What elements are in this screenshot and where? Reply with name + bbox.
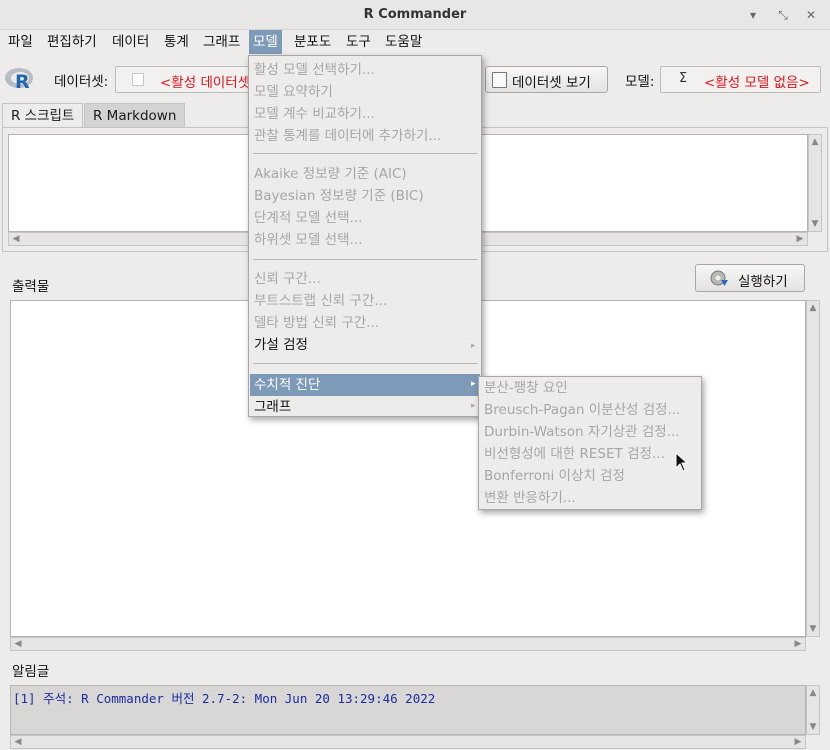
menu-file[interactable]: 파일 (4, 30, 37, 54)
notice-label: 알림글 (12, 664, 50, 680)
output-label: 출력물 (12, 279, 50, 295)
submenu-arrow-icon: ▸ (471, 341, 476, 351)
menu-distributions[interactable]: 분포도 (290, 30, 335, 54)
menu-separator (253, 363, 478, 364)
menu-item-bonferroni-outlier[interactable]: Bonferroni 이상치 검정 (480, 465, 700, 487)
scroll-right-icon[interactable]: ▶ (792, 736, 804, 748)
restore-icon[interactable]: ⤡ (772, 4, 794, 26)
menu-item-subset-selection[interactable]: 하위셋 모델 선택... (250, 229, 480, 251)
view-dataset-label: 데이터셋 보기 (512, 75, 591, 91)
dataset-label: 데이터셋: (54, 74, 109, 90)
menu-item-summarize-model[interactable]: 모델 요약하기 (250, 81, 480, 103)
menu-item-reset-test[interactable]: 비선형성에 대한 RESET 검정... (480, 443, 700, 465)
model-selector[interactable]: Σ <활성 모델 없음> (660, 66, 821, 93)
menu-item-stepwise-selection[interactable]: 단계적 모델 선택... (250, 207, 480, 229)
scroll-right-icon[interactable]: ▶ (792, 638, 804, 650)
sigma-icon: Σ (679, 71, 688, 86)
model-label: 모델: (625, 74, 655, 90)
menu-item-select-active-model[interactable]: 활성 모델 선택하기... (250, 59, 480, 81)
menu-item-breusch-pagan[interactable]: Breusch-Pagan 이분산성 검정... (480, 399, 700, 421)
scroll-left-icon[interactable]: ◀ (12, 638, 24, 650)
r-logo-icon: R (5, 68, 33, 92)
submenu-arrow-icon: ▸ (471, 379, 476, 389)
scroll-down-icon[interactable]: ▼ (807, 721, 819, 733)
table-icon (132, 73, 144, 86)
scroll-up-icon[interactable]: ▲ (809, 136, 821, 148)
menu-separator (253, 153, 478, 154)
numerical-diagnostics-submenu: 분산-팽창 요인 Breusch-Pagan 이분산성 검정... Durbin… (478, 376, 702, 510)
menu-item-add-observation-stats[interactable]: 관찰 통계를 데이터에 추가하기... (250, 125, 480, 147)
view-dataset-button[interactable]: 데이터셋 보기 (485, 66, 608, 93)
menu-item-bootstrap-ci[interactable]: 부트스트랩 신뢰 구간... (250, 290, 480, 312)
script-vertical-scrollbar[interactable]: ▲ ▼ (808, 134, 822, 232)
menu-item-aic[interactable]: Akaike 정보량 기준 (AIC) (250, 163, 480, 185)
menu-item-numerical-diagnostics[interactable]: 수치적 진단 (250, 374, 480, 396)
close-icon[interactable]: ✕ (800, 4, 822, 26)
menu-bar: 파일 편집하기 데이터 통계 그래프 모델 분포도 도구 도움말 (0, 30, 830, 54)
notice-vertical-scrollbar[interactable]: ▲ ▼ (806, 685, 820, 735)
svg-text:R: R (15, 71, 30, 92)
tab-r-script[interactable]: R 스크립트 (2, 103, 84, 127)
menu-separator (253, 259, 478, 260)
menu-graphs[interactable]: 그래프 (199, 30, 244, 54)
menu-item-delta-method-ci[interactable]: 델타 방법 신뢰 구간... (250, 312, 480, 334)
window-title: R Commander (363, 7, 467, 22)
scroll-left-icon[interactable]: ◀ (10, 233, 22, 245)
menu-edit[interactable]: 편집하기 (43, 30, 101, 54)
scroll-down-icon[interactable]: ▼ (807, 623, 819, 635)
scroll-right-icon[interactable]: ▶ (794, 233, 806, 245)
menu-item-vif[interactable]: 분산-팽창 요인 (480, 377, 700, 399)
output-vertical-scrollbar[interactable]: ▲ ▼ (806, 300, 820, 637)
scroll-left-icon[interactable]: ◀ (12, 736, 24, 748)
dataset-selector[interactable]: <활성 데이터셋 없음> (115, 66, 291, 93)
menu-item-graphs[interactable]: 그래프 (250, 396, 480, 418)
notice-horizontal-scrollbar[interactable]: ◀ ▶ (10, 735, 806, 749)
menu-item-compare-coefficients[interactable]: 모델 계수 비교하기... (250, 103, 480, 125)
model-value: <활성 모델 없음> (704, 75, 810, 91)
title-bar: R Commander ▾ ⤡ ✕ (0, 0, 830, 30)
menu-data[interactable]: 데이터 (108, 30, 153, 54)
menu-item-durbin-watson[interactable]: Durbin-Watson 자기상관 검정... (480, 421, 700, 443)
submenu-arrow-icon: ▸ (471, 401, 476, 411)
view-dataset-icon (492, 72, 507, 88)
notice-area[interactable]: [1] 주석: R Commander 버전 2.7-2: Mon Jun 20… (10, 685, 806, 735)
menu-item-confidence-intervals[interactable]: 신뢰 구간... (250, 268, 480, 290)
notice-message: [1] 주석: R Commander 버전 2.7-2: Mon Jun 20… (13, 691, 436, 706)
menu-tools[interactable]: 도구 (342, 30, 375, 54)
minimize-icon[interactable]: ▾ (742, 4, 764, 26)
output-horizontal-scrollbar[interactable]: ◀ ▶ (10, 637, 806, 651)
tab-r-markdown[interactable]: R Markdown (84, 103, 186, 127)
menu-statistics[interactable]: 통계 (160, 30, 193, 54)
gear-run-icon (710, 270, 728, 286)
scroll-up-icon[interactable]: ▲ (807, 687, 819, 699)
menu-item-hypothesis-tests[interactable]: 가설 검정 (250, 334, 480, 356)
menu-item-response-transformation[interactable]: 변환 반응하기... (480, 487, 700, 509)
scroll-down-icon[interactable]: ▼ (809, 218, 821, 230)
menu-help[interactable]: 도움말 (381, 30, 426, 54)
scroll-up-icon[interactable]: ▲ (807, 302, 819, 314)
mouse-cursor-icon (675, 452, 689, 472)
run-button[interactable]: 실행하기 (695, 264, 805, 292)
menu-item-bic[interactable]: Bayesian 정보량 기준 (BIC) (250, 185, 480, 207)
run-button-label: 실행하기 (738, 274, 788, 290)
models-menu: 활성 모델 선택하기... 모델 요약하기 모델 계수 비교하기... 관찰 통… (248, 55, 482, 417)
menu-models[interactable]: 모델 (249, 30, 282, 54)
